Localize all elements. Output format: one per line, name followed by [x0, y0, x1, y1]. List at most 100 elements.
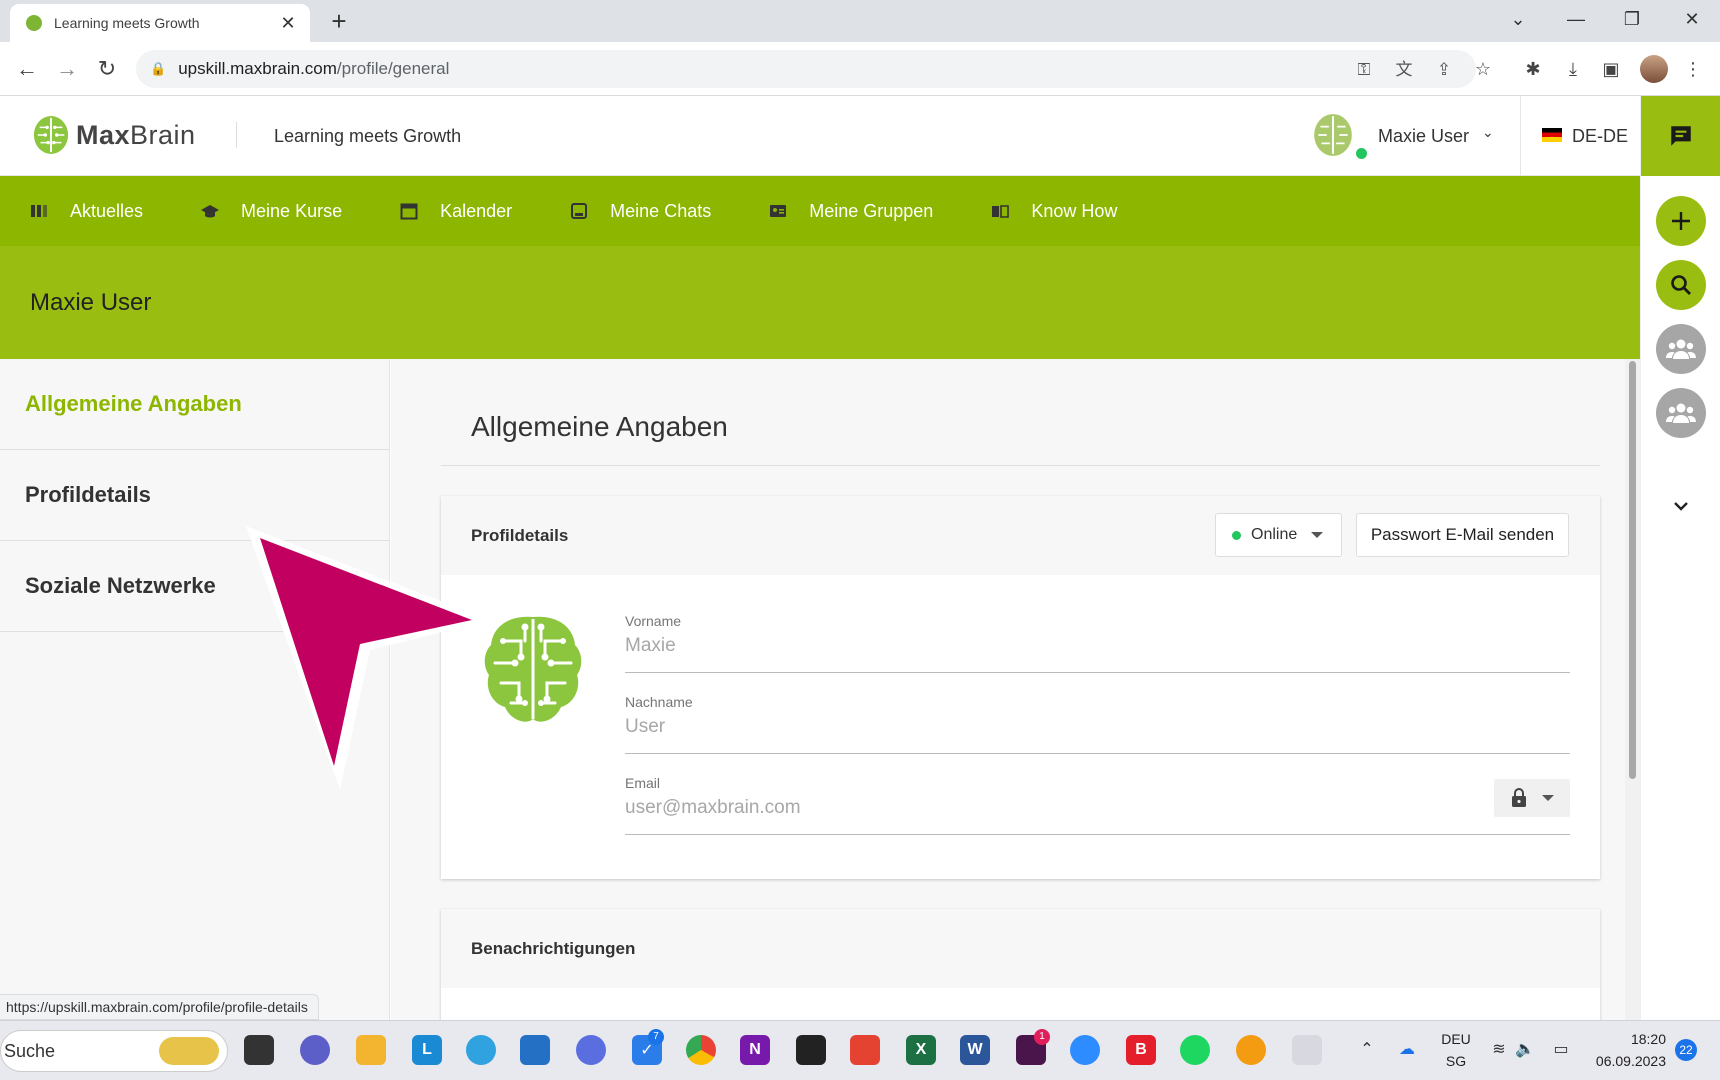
b-app-icon[interactable]: B [1126, 1035, 1156, 1065]
more-menu-icon[interactable]: ⋮ [1680, 56, 1706, 82]
chevron-up-icon[interactable]: ⌃ [1356, 1039, 1378, 1061]
back-icon[interactable]: ← [12, 54, 42, 84]
nav-item-meine-gruppen[interactable]: Meine Gruppen [769, 176, 933, 246]
first-name-field[interactable]: Vorname Maxie [625, 613, 1570, 673]
user-avatar[interactable] [1310, 112, 1356, 158]
profile-details-card: Profildetails Online Passwort E-Mail sen… [441, 496, 1600, 879]
calendar-icon [400, 203, 418, 220]
nav-item-meine-kurse[interactable]: Meine Kurse [201, 176, 342, 246]
translate-icon[interactable]: 文 [1392, 58, 1416, 82]
chrome-icon[interactable] [686, 1035, 716, 1065]
forward-icon[interactable]: → [52, 54, 82, 84]
word-icon[interactable]: W [960, 1035, 990, 1065]
logo[interactable]: MaxBrain [32, 114, 196, 156]
close-tab-icon[interactable]: ✕ [278, 13, 298, 34]
chevron-down-icon[interactable]: ⌄ [1482, 124, 1494, 141]
browser-tabbar: Learning meets Growth ✕ + ⌄ — ❐ ✕ [0, 0, 1720, 42]
language-selector[interactable]: DE-DE [1572, 126, 1628, 147]
new-tab-button[interactable]: + [324, 6, 354, 36]
side-panel-icon[interactable]: ▣ [1598, 56, 1624, 82]
key-icon[interactable]: ⚿ [1352, 58, 1376, 82]
onedrive-icon[interactable]: ☁ [1396, 1039, 1418, 1061]
todoist-icon[interactable] [850, 1035, 880, 1065]
nav-item-know-how[interactable]: Know How [991, 176, 1117, 246]
sidebar-item-profildetails[interactable]: Profildetails [0, 450, 389, 541]
volume-icon[interactable]: 🔈 [1514, 1039, 1536, 1061]
lock-icon[interactable]: 🔒 [150, 61, 166, 77]
plus-icon [1672, 212, 1690, 230]
header-user-name[interactable]: Maxie User [1378, 126, 1469, 147]
extensions-icon[interactable]: ✱ [1520, 56, 1546, 82]
affinity-icon[interactable] [576, 1035, 606, 1065]
figma-icon[interactable] [796, 1035, 826, 1065]
slack-badge: 1 [1034, 1029, 1050, 1045]
spotify-icon[interactable] [1180, 1035, 1210, 1065]
main-nav: Aktuelles Meine Kurse Kalender Meine Cha… [0, 176, 1640, 246]
close-window-icon[interactable]: ✕ [1664, 0, 1720, 40]
group-button[interactable] [1656, 324, 1706, 374]
header-divider [236, 122, 237, 148]
vpn-icon[interactable] [1236, 1035, 1266, 1065]
edge-icon[interactable] [466, 1035, 496, 1065]
first-name-value: Maxie [625, 635, 676, 656]
battery-icon[interactable]: ▭ [1550, 1039, 1572, 1061]
scrollbar[interactable] [1625, 359, 1640, 1020]
bookmark-star-icon[interactable]: ☆ [1470, 56, 1496, 82]
chat-button[interactable] [1641, 96, 1720, 176]
sidebar-item-soziale-netzwerke[interactable]: Soziale Netzwerke [0, 541, 389, 632]
input-region[interactable]: SG [1436, 1053, 1476, 1069]
restore-icon[interactable]: ❐ [1604, 0, 1660, 40]
brain-avatar-icon[interactable] [481, 611, 585, 729]
add-button[interactable] [1656, 196, 1706, 246]
email-visibility-dropdown[interactable] [1494, 779, 1570, 817]
field-label: Vorname [625, 613, 682, 629]
online-indicator [1232, 530, 1241, 540]
url-host: upskill.maxbrain.com [178, 59, 337, 78]
chevron-down-icon[interactable] [1669, 494, 1693, 518]
address-bar[interactable]: 🔒 upskill.maxbrain.com/profile/general ⚿… [136, 50, 1476, 88]
status-dropdown[interactable]: Online [1215, 513, 1342, 557]
snipping-tool-icon[interactable] [1292, 1035, 1322, 1065]
file-explorer-icon[interactable] [356, 1035, 386, 1065]
search-button[interactable] [1656, 260, 1706, 310]
notifications-card: Benachrichtigungen [441, 909, 1600, 1020]
book-icon [992, 205, 1010, 218]
download-icon[interactable]: ⤓ [1560, 56, 1586, 82]
task-view-icon[interactable] [244, 1035, 274, 1065]
field-label: Email [625, 775, 661, 791]
wifi-icon[interactable]: ≋ [1488, 1039, 1510, 1061]
excel-icon[interactable]: X [906, 1035, 936, 1065]
group-button[interactable] [1656, 388, 1706, 438]
teams-chat-icon[interactable] [300, 1035, 330, 1065]
nav-item-kalender[interactable]: Kalender [400, 176, 512, 246]
email-field[interactable]: Email user@maxbrain.com [625, 775, 1570, 835]
scrollbar-thumb[interactable] [1629, 361, 1636, 779]
clock-date[interactable]: 06.09.2023 [1584, 1053, 1666, 1069]
title-divider [441, 465, 1600, 466]
last-name-field[interactable]: Nachname User [625, 694, 1570, 754]
notification-badge[interactable]: 22 [1675, 1039, 1697, 1061]
share-icon[interactable]: ⇪ [1432, 58, 1456, 82]
app-header: MaxBrain Learning meets Growth Maxie Use… [0, 96, 1640, 176]
send-password-email-button[interactable]: Passwort E-Mail senden [1356, 513, 1569, 557]
sidebar-item-allgemeine-angaben[interactable]: Allgemeine Angaben [0, 359, 389, 450]
nav-item-aktuelles[interactable]: Aktuelles [30, 176, 143, 246]
page-title: Allgemeine Angaben [471, 411, 728, 442]
input-language[interactable]: DEU [1436, 1031, 1476, 1047]
nav-item-meine-chats[interactable]: Meine Chats [570, 176, 711, 246]
german-flag-icon [1542, 128, 1562, 142]
profile-sidebar: Allgemeine Angaben Profildetails Soziale… [0, 359, 390, 1020]
clock-time[interactable]: 18:20 [1590, 1031, 1666, 1047]
browser-tab[interactable]: Learning meets Growth ✕ [10, 4, 310, 42]
zoom-icon[interactable] [1070, 1035, 1100, 1065]
minimize-icon[interactable]: — [1548, 0, 1604, 40]
tab-search-icon[interactable]: ⌄ [1490, 0, 1546, 40]
l-app-icon[interactable]: L [412, 1035, 442, 1065]
reload-icon[interactable]: ↻ [92, 54, 122, 84]
profile-avatar[interactable] [1640, 55, 1668, 83]
caret-down-icon [1542, 795, 1554, 801]
taskbar-search-text: Suche [4, 1040, 56, 1061]
onenote-icon[interactable]: N [740, 1035, 770, 1065]
taskbar-search[interactable]: Suche [0, 1030, 228, 1072]
store-icon[interactable] [520, 1035, 550, 1065]
